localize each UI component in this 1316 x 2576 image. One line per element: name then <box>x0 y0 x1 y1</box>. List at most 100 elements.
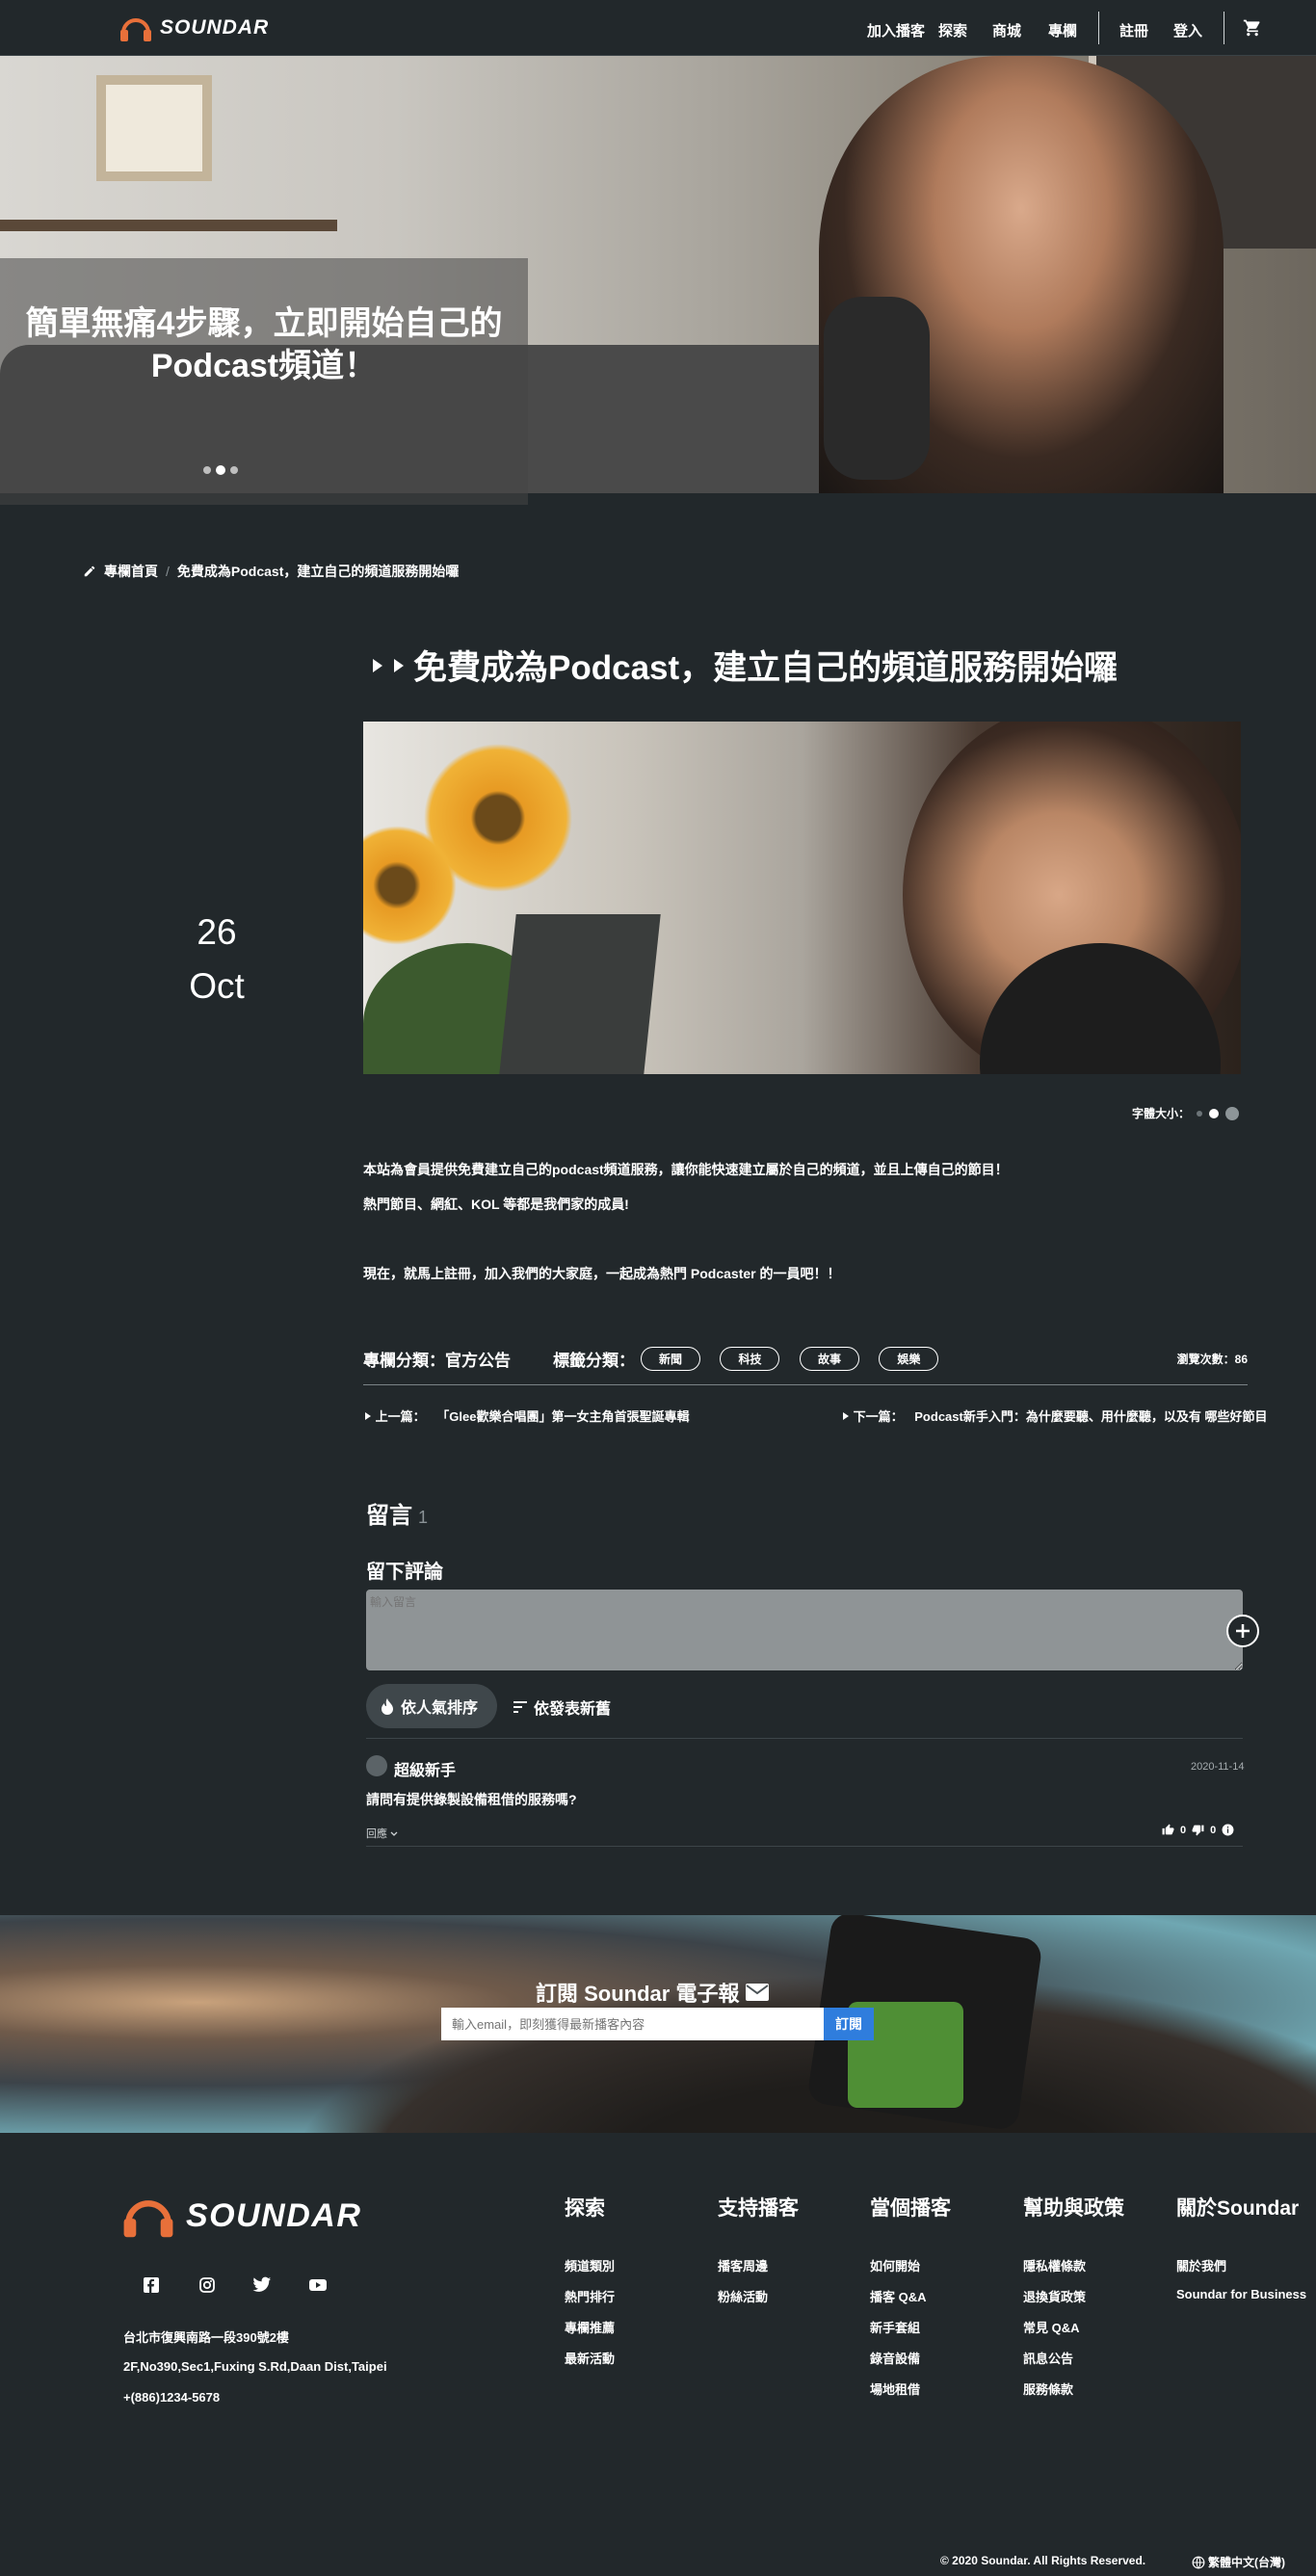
footer-link[interactable]: 服務條款 <box>1023 2379 1073 2398</box>
tag-pill[interactable]: 新聞 <box>641 1346 701 1371</box>
plus-icon <box>1236 1624 1250 1638</box>
carousel-dot-active[interactable] <box>216 465 225 475</box>
play-icon <box>373 658 382 672</box>
divider <box>363 1384 1248 1385</box>
comment-date: 2020-11-14 <box>1191 1761 1245 1773</box>
footer-link[interactable]: 錄音設備 <box>870 2349 920 2367</box>
footer-link[interactable]: 常見 Q&A <box>1023 2318 1080 2336</box>
footer-link[interactable]: 訊息公告 <box>1023 2349 1073 2367</box>
subscribe-button[interactable]: 訂閱 <box>824 2008 874 2040</box>
footer-column-title: 探索 <box>565 2197 605 2220</box>
nav-join-podcaster[interactable]: 加入播客 <box>867 20 925 40</box>
prev-title: 「Glee歡樂合唱團」第一女主角首張聖誕專輯 <box>436 1409 690 1424</box>
carousel-dot[interactable] <box>203 466 211 474</box>
footer-link[interactable]: 關於我們 <box>1176 2256 1226 2274</box>
category-value[interactable]: 官方公告 <box>445 1347 511 1371</box>
font-size-label: 字體大小： <box>1132 1107 1191 1120</box>
comment-text: 請問有提供錄製設備租借的服務嗎? <box>366 1792 577 1807</box>
breadcrumb-current: 免費成為Podcast，建立自己的頻道服務開始囉 <box>176 564 460 579</box>
prev-article-link[interactable]: 上一篇： 「Glee歡樂合唱團」第一女主角首張聖誕專輯 <box>364 1406 689 1425</box>
footer-link[interactable]: 熱門排行 <box>565 2287 615 2305</box>
facebook-icon[interactable] <box>142 2275 161 2295</box>
twitter-icon[interactable] <box>252 2275 272 2295</box>
footer-link[interactable]: 頻道類別 <box>565 2256 615 2274</box>
footer-link[interactable]: 專欄推薦 <box>565 2318 615 2336</box>
sort-newest-label: 依發表新舊 <box>534 1701 612 1718</box>
article-paragraph: 熱門節目、網紅、KOL 等都是我們家的成員! <box>363 1196 629 1212</box>
leave-comment-heading: 留下評論 <box>366 1562 443 1583</box>
footer-link[interactable]: 粉絲活動 <box>718 2287 768 2305</box>
vinyl-record <box>289 1973 1316 2133</box>
pencil-icon <box>84 565 95 577</box>
comments-title: 留言 <box>366 1503 412 1529</box>
chevron-down-icon <box>390 1831 398 1836</box>
instagram-icon[interactable] <box>197 2275 217 2295</box>
footer-link[interactable]: Soundar for Business <box>1176 2287 1306 2301</box>
article-paragraph: 現在，就馬上註冊，加入我們的大家庭，一起成為熱門 Podcaster 的一員吧！… <box>363 1266 841 1281</box>
youtube-icon[interactable] <box>308 2275 328 2295</box>
tag-pill[interactable]: 故事 <box>799 1346 859 1371</box>
thumbs-up-icon[interactable] <box>1162 1824 1174 1836</box>
nav-explore[interactable]: 探索 <box>938 20 967 40</box>
footer-phone: +(886)1234-5678 <box>123 2390 221 2405</box>
article-month: Oct <box>189 966 245 1006</box>
divider <box>366 1846 1243 1847</box>
nav-divider <box>1098 12 1099 44</box>
caret-right-icon <box>843 1412 849 1420</box>
article-title: 免費成為Podcast，建立自己的頻道服務開始囉 <box>371 641 1118 690</box>
brand-logo[interactable]: SOUNDAR <box>119 13 269 42</box>
hero-photo-frame <box>96 75 212 181</box>
sort-icon <box>513 1701 527 1713</box>
site-header: SOUNDAR 加入播客 探索 商城 專欄 註冊 登入 <box>0 0 1316 56</box>
language-label: 繁體中文(台灣) <box>1208 2556 1285 2569</box>
caret-right-icon <box>365 1412 371 1420</box>
footer-link[interactable]: 播客 Q&A <box>870 2287 927 2305</box>
sort-by-newest-button[interactable]: 依發表新舊 <box>513 1695 611 1719</box>
comment-username: 超級新手 <box>394 1763 457 1779</box>
thumbs-down-icon[interactable] <box>1192 1824 1204 1836</box>
font-size-medium[interactable] <box>1209 1108 1220 1118</box>
footer-link[interactable]: 如何開始 <box>870 2256 920 2274</box>
reply-button[interactable]: 回應 <box>366 1826 398 1841</box>
divider <box>366 1738 1243 1739</box>
article-title-text: 免費成為Podcast，建立自己的頻道服務開始囉 <box>413 649 1119 687</box>
footer-brand-name: SOUNDAR <box>186 2196 362 2234</box>
hero-shelf <box>0 220 337 231</box>
tag-pill[interactable]: 科技 <box>720 1346 780 1371</box>
dislike-count: 0 <box>1210 1824 1217 1836</box>
next-article-link[interactable]: 下一篇： Podcast新手入門：為什麼要聽、用什麼聽，以及有 哪些好節目 <box>842 1406 1267 1425</box>
nav-login[interactable]: 登入 <box>1173 20 1202 40</box>
font-size-small[interactable] <box>1197 1110 1203 1117</box>
comment-input[interactable] <box>366 1590 1243 1670</box>
footer-column-title: 當個播客 <box>870 2197 951 2220</box>
submit-comment-button[interactable] <box>1226 1615 1259 1647</box>
nav-register[interactable]: 註冊 <box>1119 20 1148 40</box>
footer-link[interactable]: 退換貨政策 <box>1023 2287 1086 2305</box>
footer-link[interactable]: 播客周邊 <box>718 2256 768 2274</box>
nav-shop[interactable]: 商城 <box>992 20 1021 40</box>
carousel-dot[interactable] <box>230 466 238 474</box>
footer-column-title: 幫助與政策 <box>1023 2197 1124 2220</box>
font-size-large[interactable] <box>1225 1106 1240 1120</box>
tag-pill[interactable]: 娛樂 <box>879 1346 939 1371</box>
tag-list: 新聞 科技 故事 娛樂 <box>641 1346 939 1371</box>
breadcrumb-home[interactable]: 專欄首頁 <box>104 562 158 581</box>
play-icon <box>394 658 404 672</box>
article-date: 26 Oct <box>145 906 289 1013</box>
prev-label: 上一篇： <box>375 1409 426 1424</box>
nav-column[interactable]: 專欄 <box>1048 20 1077 40</box>
footer-link[interactable]: 隱私權條款 <box>1023 2256 1086 2274</box>
info-icon[interactable] <box>1222 1824 1234 1836</box>
footer-brand-logo[interactable]: SOUNDAR <box>122 2192 361 2240</box>
footer-link[interactable]: 場地租借 <box>870 2379 920 2398</box>
language-selector[interactable]: 繁體中文(台灣) <box>1192 2554 1285 2570</box>
footer-link[interactable]: 最新活動 <box>565 2349 615 2367</box>
hero-title-line2: Podcast頻道！ <box>150 348 378 384</box>
footer-link[interactable]: 新手套組 <box>870 2318 920 2336</box>
newsletter-email-input[interactable] <box>441 2008 824 2040</box>
sort-by-popularity-button[interactable]: 依人氣排序 <box>366 1684 497 1728</box>
article-cover-image <box>363 722 1241 1074</box>
cart-icon[interactable] <box>1243 18 1262 42</box>
view-count: 瀏覽次數：86 <box>1176 1352 1248 1366</box>
footer-address-zh: 台北市復興南路一段390號2樓 <box>123 2330 289 2345</box>
